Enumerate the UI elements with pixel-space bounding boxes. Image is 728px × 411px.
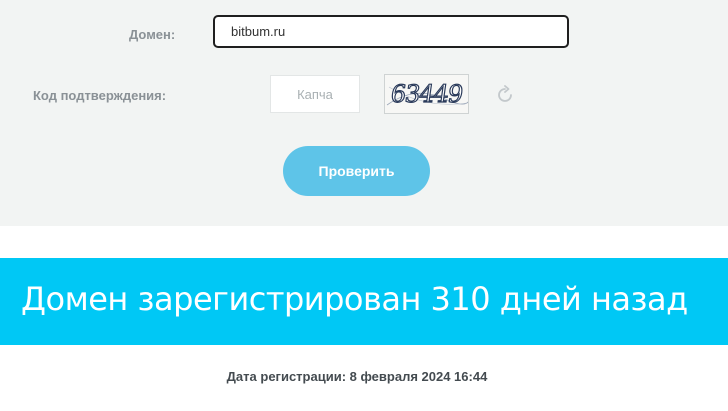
check-button[interactable]: Проверить [283,146,430,196]
verification-code-label: Код подтверждения: [33,88,167,103]
refresh-captcha-button[interactable] [494,84,516,106]
domain-label: Домен: [129,27,176,42]
domain-input[interactable] [213,15,569,48]
registration-date: Дата регистрации: 8 февраля 2024 16:44 [226,369,488,384]
result-headline: Домен зарегистрирован 310 дней назад [21,280,688,318]
result-banner: Домен зарегистрирован 310 дней назад [0,258,728,345]
refresh-icon [498,85,512,102]
captcha-input[interactable] [270,75,360,113]
domain-check-form: Домен: Код подтверждения: 63449 Проверит… [0,0,728,226]
captcha-code-text: 63449 [388,79,465,108]
captcha-image: 63449 [384,74,469,114]
